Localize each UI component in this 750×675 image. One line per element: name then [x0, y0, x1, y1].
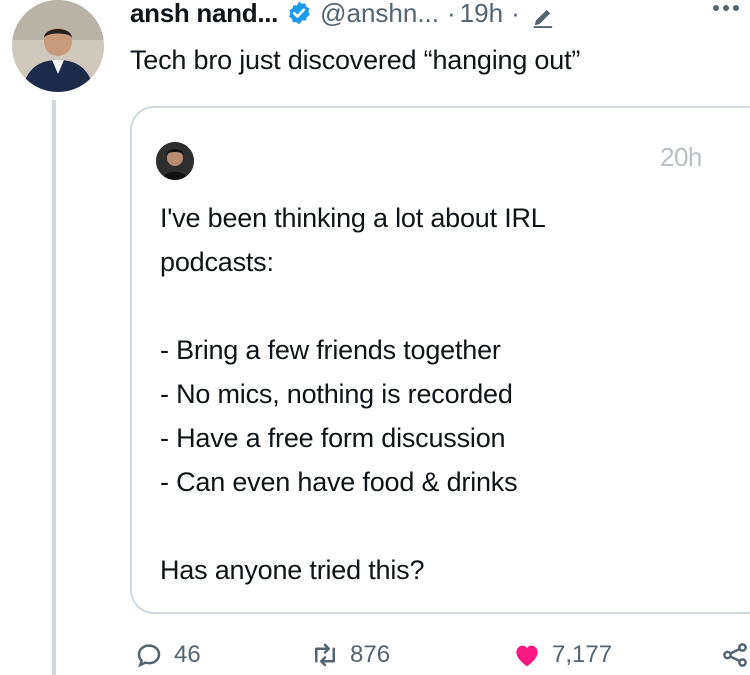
tweet-timestamp[interactable]: 19h	[460, 0, 503, 30]
quoted-line: - No mics, nothing is recorded	[160, 379, 513, 409]
tweet-text: Tech bro just discovered “hanging out”	[130, 45, 581, 75]
reply-bubble-icon	[137, 644, 161, 668]
heart-icon	[516, 645, 538, 667]
like-count: 7,177	[552, 641, 613, 668]
quoted-avatar-photo	[156, 142, 194, 180]
separator-dot: ·	[447, 0, 456, 28]
reply-count: 46	[174, 641, 201, 668]
quoted-line-gap	[160, 504, 740, 548]
pencil-edit-icon	[532, 2, 554, 28]
verified-badge-icon	[286, 0, 312, 26]
share-icon	[723, 643, 747, 667]
quoted-tweet-text: I've been thinking a lot about IRL podca…	[160, 196, 740, 592]
quoted-line: Has anyone tried this?	[160, 555, 425, 585]
author-handle[interactable]: @anshn...	[320, 0, 439, 30]
share-button[interactable]	[720, 640, 750, 670]
like-button[interactable]: 7,177	[512, 640, 612, 670]
quoted-line: - Have a free form discussion	[160, 423, 506, 453]
author-name[interactable]: ansh nand...	[130, 0, 278, 30]
quoted-tweet-card[interactable]: 20h I've been thinking a lot about IRL p…	[130, 106, 750, 614]
retweet-button[interactable]: 876	[310, 640, 390, 670]
quoted-line: - Can even have food & drinks	[160, 467, 518, 497]
more-dots-icon[interactable]	[708, 0, 748, 24]
quoted-line: I've been thinking a lot about IRL	[160, 203, 546, 233]
quoted-author-avatar[interactable]	[156, 142, 194, 180]
tweet-header: ansh nand... @anshn... · 19h ·	[130, 0, 554, 30]
tweet-container: ansh nand... @anshn... · 19h · Tech bro …	[0, 0, 750, 675]
retweet-count: 876	[350, 641, 391, 668]
quoted-tweet-timestamp[interactable]: 20h	[660, 142, 702, 173]
separator-dot-2: ·	[511, 0, 520, 28]
reply-button[interactable]: 46	[134, 640, 201, 670]
quoted-line-gap	[160, 284, 740, 328]
tweet-actions-bar: 46 876 7,177	[130, 640, 750, 675]
quoted-line: - Bring a few friends together	[160, 335, 501, 365]
quoted-line: podcasts:	[160, 247, 274, 277]
author-avatar[interactable]	[12, 0, 104, 92]
thread-line	[52, 100, 56, 675]
avatar-photo	[12, 0, 104, 92]
retweet-icon	[315, 643, 335, 667]
